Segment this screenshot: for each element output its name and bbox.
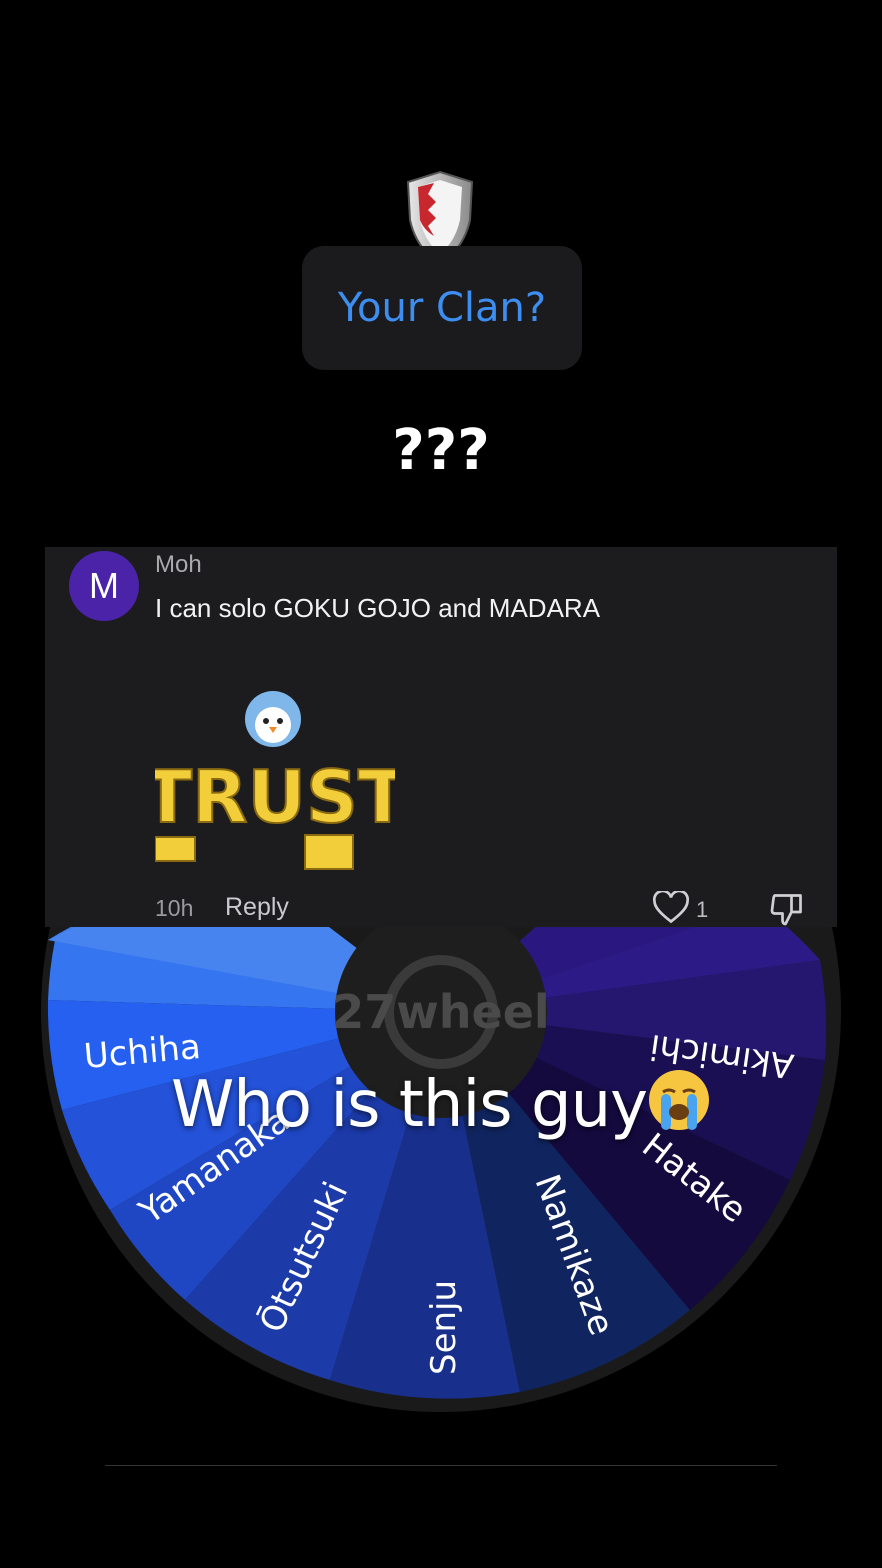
- comment-username[interactable]: Moh: [155, 551, 202, 579]
- clan-wheel[interactable]: 27wheel Uchiha Yamanaka Ōtsutsuki Senju …: [0, 927, 882, 1447]
- clan-question-bubble: Your Clan?: [302, 246, 582, 370]
- divider: [105, 1465, 777, 1466]
- reply-button[interactable]: Reply: [225, 893, 289, 922]
- comment-time: 10h: [155, 895, 194, 921]
- comment-text: I can solo GOKU GOJO and MADARA: [155, 593, 601, 623]
- sticker-text: TRUST: [155, 755, 395, 839]
- trust-sticker: TRUST: [155, 691, 395, 870]
- crying-face-icon: [649, 1070, 709, 1130]
- comment-card: M Moh I can solo GOKU GOJO and MADARA TR…: [45, 547, 837, 927]
- heart-icon[interactable]: [653, 891, 689, 925]
- segment-senju: Senju: [424, 1280, 464, 1375]
- reaction-text: ???: [392, 418, 490, 483]
- thumbs-down-icon[interactable]: [769, 891, 805, 927]
- overlay-caption: Who is this guy: [0, 1068, 882, 1142]
- avatar[interactable]: M: [69, 551, 139, 621]
- overlay-text: Who is this guy: [171, 1068, 648, 1142]
- like-count: 1: [696, 897, 709, 922]
- avatar-letter: M: [89, 565, 119, 606]
- clan-question: Your Clan?: [337, 285, 547, 331]
- wheel-watermark: 27wheel: [332, 985, 549, 1039]
